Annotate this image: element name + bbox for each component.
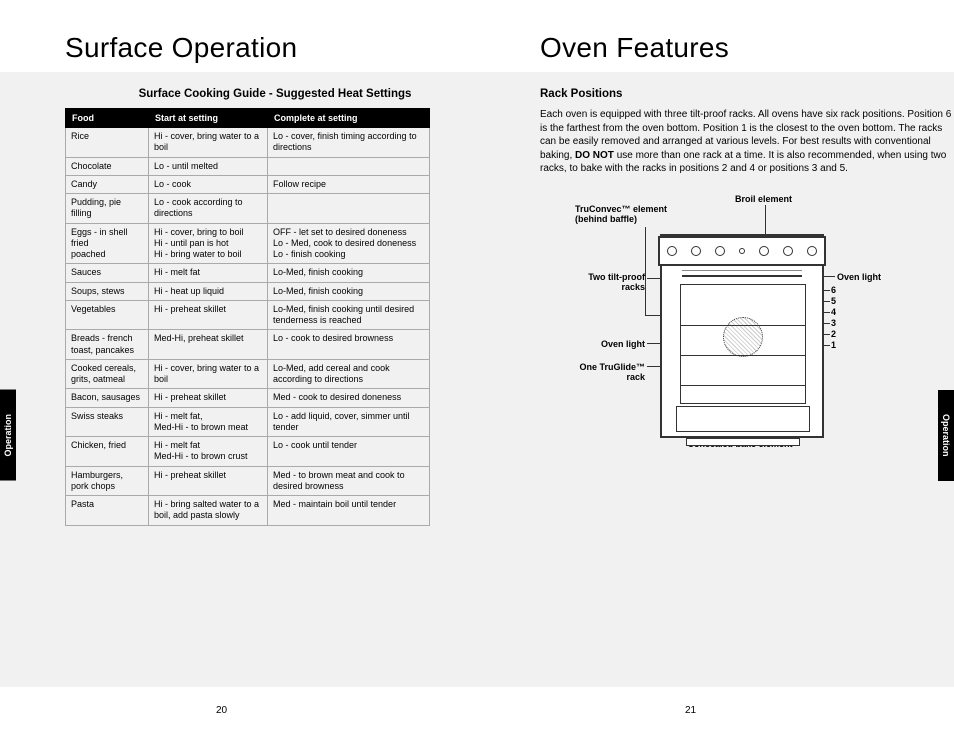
page-left: Surface Operation Surface Cooking Guide … xyxy=(65,0,485,526)
oven-illustration xyxy=(660,234,824,438)
table-row: Chicken, friedHi - melt fatMed-Hi - to b… xyxy=(66,437,430,467)
label-oven-light-left: Oven light xyxy=(585,339,645,349)
label-broil-element: Broil element xyxy=(735,194,792,204)
table-row: Swiss steaksHi - melt fat,Med-Hi - to br… xyxy=(66,407,430,437)
table-row: Soups, stewsHi - heat up liquidLo-Med, f… xyxy=(66,282,430,300)
label-truconvec: TruConvec™ element(behind baffle) xyxy=(575,204,667,225)
table-row: RiceHi - cover, bring water to a boilLo … xyxy=(66,128,430,158)
rack-positions-paragraph: Each oven is equipped with three tilt-pr… xyxy=(540,108,954,176)
table-row: Bacon, sausagesHi - preheat skilletMed -… xyxy=(66,389,430,407)
table-row: Hamburgers, pork chopsHi - preheat skill… xyxy=(66,466,430,496)
table-row: Eggs - in shell fried poachedHi - cover,… xyxy=(66,223,430,264)
side-tab-right: Operation xyxy=(938,390,954,481)
subtitle-rack-positions: Rack Positions xyxy=(540,88,954,100)
side-tab-left: Operation xyxy=(0,390,16,481)
rack-numbers: 654321 xyxy=(831,286,836,352)
table-row: Breads - french toast, pancakesMed-Hi, p… xyxy=(66,330,430,360)
th-complete: Complete at setting xyxy=(268,109,430,128)
subtitle-cooking-guide: Surface Cooking Guide - Suggested Heat S… xyxy=(65,88,485,100)
table-row: PastaHi - bring salted water to a boil, … xyxy=(66,496,430,526)
label-oven-light-right: Oven light xyxy=(837,272,881,282)
table-row: SaucesHi - melt fatLo-Med, finish cookin… xyxy=(66,264,430,282)
table-row: Cooked cereals, grits, oatmealHi - cover… xyxy=(66,359,430,389)
page-right: Oven Features Rack Positions Each oven i… xyxy=(540,0,954,454)
table-row: CandyLo - cookFollow recipe xyxy=(66,175,430,193)
page-number-left: 20 xyxy=(216,705,227,716)
th-start: Start at setting xyxy=(149,109,268,128)
table-row: Pudding, pie fillingLo - cook according … xyxy=(66,194,430,224)
table-row: ChocolateLo - until melted xyxy=(66,157,430,175)
heading-surface-operation: Surface Operation xyxy=(65,32,485,64)
label-tilt-proof-racks: Two tilt-proofracks xyxy=(565,272,645,293)
th-food: Food xyxy=(66,109,149,128)
table-row: VegetablesHi - preheat skilletLo-Med, fi… xyxy=(66,300,430,330)
heading-oven-features: Oven Features xyxy=(540,32,954,64)
oven-diagram: Broil element TruConvec™ element(behind … xyxy=(565,194,905,454)
label-truglide-rack: One TruGlide™rack xyxy=(565,362,645,383)
page-number-right: 21 xyxy=(685,705,696,716)
cooking-guide-table: Food Start at setting Complete at settin… xyxy=(65,108,430,526)
